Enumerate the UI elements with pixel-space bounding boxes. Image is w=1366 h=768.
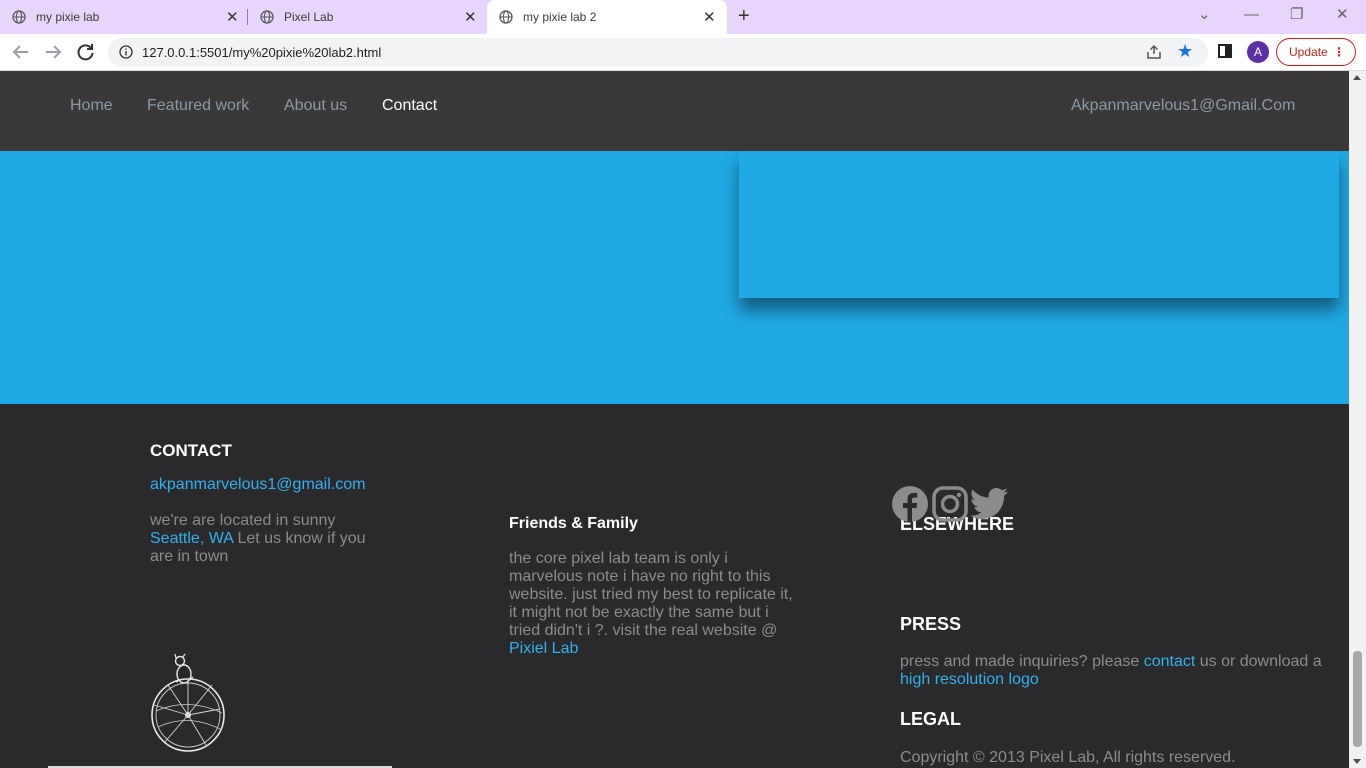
tab-title: my pixie lab 2	[523, 10, 597, 24]
seattle-link[interactable]: Seattle, WA	[150, 530, 233, 547]
address-bar[interactable]: 127.0.0.1:5501/my%20pixie%20lab2.html ★	[108, 38, 1208, 67]
press-text-b: us or download a	[1195, 653, 1322, 670]
copyright-text: Copyright © 2013 Pixel Lab, All rights r…	[900, 749, 1236, 766]
globe-icon	[12, 10, 26, 24]
legal-heading: LEGAL	[900, 709, 961, 729]
press-text: press and made inquiries? please contact…	[900, 653, 1330, 689]
tab-title: Pixel Lab	[284, 10, 334, 24]
pixiel-lab-link[interactable]: Pixiel Lab	[509, 640, 578, 657]
update-button[interactable]: Update ⋮	[1276, 38, 1356, 66]
nav-link-home[interactable]: Home	[70, 97, 113, 115]
side-panel-icon[interactable]	[1218, 44, 1232, 58]
site-navigation: Home Featured work About us Contact Akpa…	[0, 71, 1349, 151]
tab-separator	[247, 9, 248, 25]
browser-tab-bar: my pixie lab ✕ Pixel Lab ✕ my pixie lab …	[0, 0, 1366, 34]
new-tab-button[interactable]: +	[738, 6, 750, 26]
restore-icon[interactable]: ❐	[1290, 6, 1303, 24]
hamster-wheel-logo	[151, 653, 225, 752]
press-contact-link[interactable]: contact	[1144, 653, 1196, 670]
contact-email-link[interactable]: akpanmarvelous1@gmail.com	[150, 476, 365, 494]
hero-section	[0, 151, 1349, 404]
close-icon[interactable]: ✕	[226, 10, 239, 25]
location-prefix: we're are located in sunny	[150, 512, 336, 529]
instagram-icon[interactable]	[931, 485, 969, 523]
info-icon[interactable]	[119, 45, 133, 59]
friends-family-text: the core pixel lab team is only i marvel…	[509, 550, 799, 658]
globe-icon	[260, 10, 274, 24]
reload-icon[interactable]	[75, 42, 97, 62]
press-text-a: press and made inquiries? please	[900, 653, 1144, 670]
close-icon[interactable]: ✕	[464, 10, 477, 25]
facebook-icon[interactable]	[891, 485, 929, 523]
nav-email[interactable]: Akpanmarvelous1@Gmail.Com	[1071, 97, 1295, 115]
twitter-icon[interactable]	[969, 485, 1009, 523]
browser-tab-my-pixie-lab[interactable]: my pixie lab ✕	[12, 0, 242, 34]
location-text: we're are located in sunny Seattle, WA L…	[150, 512, 375, 566]
browser-tab-pixel-lab[interactable]: Pixel Lab ✕	[260, 0, 480, 34]
nav-link-featured-work[interactable]: Featured work	[147, 97, 249, 115]
close-icon[interactable]: ✕	[703, 10, 716, 25]
browser-toolbar: 127.0.0.1:5501/my%20pixie%20lab2.html ★ …	[0, 34, 1366, 71]
press-heading: PRESS	[900, 614, 962, 634]
high-resolution-logo-link[interactable]: high resolution logo	[900, 671, 1039, 688]
footer: CONTACT akpanmarvelous1@gmail.com we're …	[0, 404, 1349, 768]
nav-link-about-us[interactable]: About us	[284, 97, 347, 115]
scroll-up-icon[interactable]	[1353, 75, 1361, 80]
more-menu-icon[interactable]: ⋮	[1333, 39, 1345, 65]
update-label: Update	[1289, 45, 1328, 59]
globe-icon	[499, 10, 513, 24]
tab-search-icon[interactable]: ⌄	[1198, 6, 1211, 24]
page-viewport: Home Featured work About us Contact Akpa…	[0, 71, 1349, 768]
bookmark-star-icon[interactable]: ★	[1177, 41, 1193, 61]
hero-card	[739, 151, 1339, 298]
contact-heading: CONTACT	[150, 441, 232, 460]
url-text: 127.0.0.1:5501/my%20pixie%20lab2.html	[142, 45, 382, 60]
back-arrow-icon[interactable]	[10, 42, 32, 62]
tab-title: my pixie lab	[36, 10, 100, 24]
minimize-icon[interactable]: —	[1244, 6, 1259, 24]
scrollbar-thumb[interactable]	[1353, 651, 1362, 747]
profile-avatar[interactable]: A	[1247, 41, 1269, 63]
share-icon[interactable]	[1146, 44, 1162, 60]
friends-family-heading: Friends & Family	[509, 515, 638, 532]
nav-link-contact[interactable]: Contact	[382, 97, 437, 115]
browser-tab-my-pixie-lab-2[interactable]: my pixie lab 2 ✕	[487, 0, 727, 34]
friends-text-body: the core pixel lab team is only i marvel…	[509, 550, 793, 639]
forward-arrow-icon[interactable]	[42, 42, 64, 62]
window-close-icon[interactable]: ✕	[1336, 6, 1349, 24]
scroll-down-icon[interactable]	[1353, 759, 1361, 764]
page-scrollbar[interactable]	[1349, 71, 1366, 768]
